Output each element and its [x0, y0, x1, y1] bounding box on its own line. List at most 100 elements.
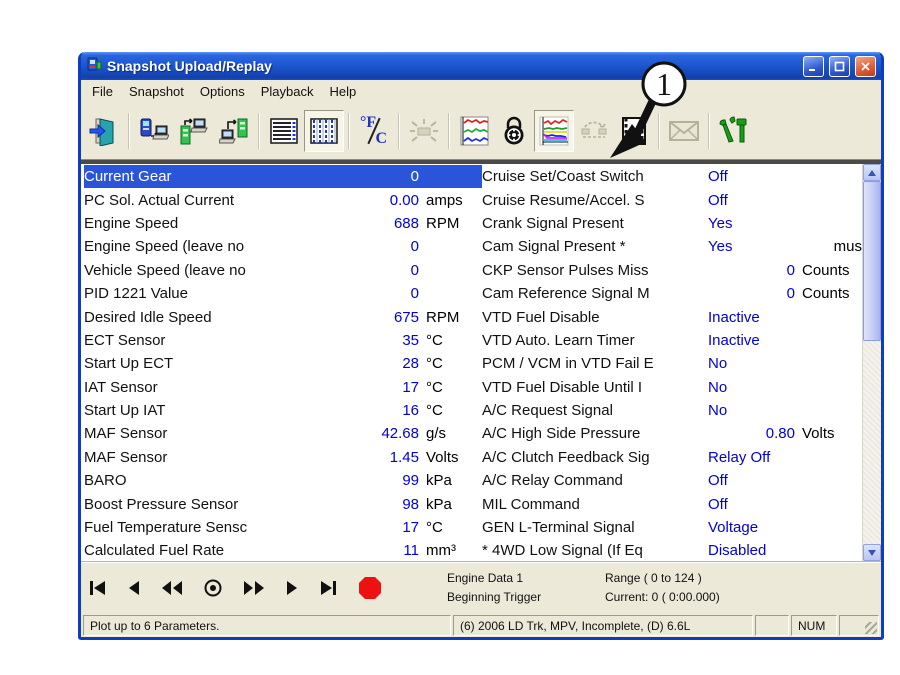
- parameter-value: Inactive: [706, 332, 760, 349]
- table-row[interactable]: * 4WD Low Signal (If Eq Disabled: [482, 539, 862, 561]
- table-row[interactable]: Crank Signal Present Yes: [482, 212, 862, 235]
- exit-button[interactable]: [84, 110, 124, 152]
- menu-item[interactable]: Playback: [253, 82, 322, 101]
- table-row[interactable]: Calculated Fuel Rate 11 mm³: [84, 539, 482, 561]
- vertical-scrollbar[interactable]: [862, 164, 881, 561]
- parameter-value: No: [706, 402, 727, 419]
- menu-item[interactable]: Help: [321, 82, 364, 101]
- parameter-value: 0: [343, 285, 419, 302]
- table-row[interactable]: Current Gear 0: [84, 165, 482, 188]
- toolbar-separator: [258, 113, 260, 149]
- plot-button[interactable]: [534, 110, 574, 152]
- parameter-value: Yes: [706, 215, 732, 232]
- parameter-name: IAT Sensor: [84, 379, 343, 396]
- grid-view-button[interactable]: [304, 110, 344, 152]
- lock-button[interactable]: [494, 110, 534, 152]
- trigger-label: Beginning Trigger: [447, 590, 605, 604]
- toolbar: °F C: [81, 103, 881, 159]
- table-row[interactable]: A/C High Side Pressure 0.80 Volts: [482, 422, 862, 445]
- scrollbar-thumb[interactable]: [863, 181, 881, 341]
- grid-view-icon: [309, 116, 339, 146]
- table-row[interactable]: A/C Request Signal No: [482, 399, 862, 422]
- table-row[interactable]: IAT Sensor 17 °C: [84, 376, 482, 399]
- table-row[interactable]: Engine Speed 688 RPM: [84, 212, 482, 235]
- filmstrip-button[interactable]: [614, 110, 654, 152]
- parameter-value: 35: [343, 332, 419, 349]
- fast-forward-icon: [243, 580, 265, 596]
- parameter-name: ECT Sensor: [84, 332, 343, 349]
- table-row[interactable]: Start Up ECT 28 °C: [84, 352, 482, 375]
- rewind-button[interactable]: [161, 580, 183, 596]
- app-window: Snapshot Upload/Replay FileSnapshotOptio…: [78, 52, 884, 640]
- temperature-units-button[interactable]: °F C: [354, 110, 394, 152]
- parameter-unit: kPa: [419, 472, 482, 489]
- goto-start-button[interactable]: [89, 580, 107, 596]
- minimize-button[interactable]: [803, 56, 824, 77]
- table-row[interactable]: Cruise Resume/Accel. S Off: [482, 188, 862, 211]
- table-row[interactable]: A/C Relay Command Off: [482, 469, 862, 492]
- record-button[interactable]: [204, 579, 222, 597]
- menu-item[interactable]: Options: [192, 82, 253, 101]
- table-row[interactable]: MAF Sensor 42.68 g/s: [84, 422, 482, 445]
- table-row[interactable]: PCM / VCM in VTD Fail E No: [482, 352, 862, 375]
- parameter-value: 0: [343, 262, 419, 279]
- table-row[interactable]: Vehicle Speed (leave no 0: [84, 259, 482, 282]
- table-row[interactable]: Cruise Set/Coast Switch Off: [482, 165, 862, 188]
- temperature-units-icon: °F C: [359, 116, 389, 146]
- table-row[interactable]: CKP Sensor Pulses Miss 0 Counts: [482, 259, 862, 282]
- parameter-name: A/C Clutch Feedback Sig: [482, 449, 706, 466]
- table-row[interactable]: GEN L-Terminal Signal Voltage: [482, 516, 862, 539]
- table-row[interactable]: VTD Auto. Learn Timer Inactive: [482, 329, 862, 352]
- stop-button[interactable]: [358, 576, 382, 600]
- table-row[interactable]: VTD Fuel Disable Until I No: [482, 376, 862, 399]
- menu-item[interactable]: File: [84, 82, 121, 101]
- status-grip-pane: [839, 615, 879, 636]
- celsius-label: C: [375, 130, 387, 148]
- table-row[interactable]: Engine Speed (leave no 0: [84, 235, 482, 258]
- list-view-button[interactable]: [264, 110, 304, 152]
- table-row[interactable]: A/C Clutch Feedback Sig Relay Off: [482, 446, 862, 469]
- table-row[interactable]: BARO 99 kPa: [84, 469, 482, 492]
- table-row[interactable]: PID 1221 Value 0: [84, 282, 482, 305]
- step-back-button[interactable]: [128, 580, 140, 596]
- title-bar[interactable]: Snapshot Upload/Replay: [81, 52, 881, 80]
- list-view-icon: [269, 116, 299, 146]
- upload-laptop-to-tower-icon: [219, 116, 249, 146]
- table-row[interactable]: VTD Fuel Disable Inactive: [482, 305, 862, 328]
- num-lock-indicator: NUM: [791, 615, 837, 636]
- parameter-column-right: Cruise Set/Coast Switch Off Cruise Resum…: [482, 165, 862, 561]
- scroll-up-button[interactable]: [863, 164, 881, 181]
- parameter-name: Current Gear: [84, 168, 343, 185]
- table-row[interactable]: Cam Reference Signal M 0 Counts: [482, 282, 862, 305]
- close-button[interactable]: [855, 56, 876, 77]
- parameter-name: Start Up ECT: [84, 355, 343, 372]
- table-row[interactable]: MIL Command Off: [482, 492, 862, 515]
- table-row[interactable]: ECT Sensor 35 °C: [84, 329, 482, 352]
- scroll-down-button[interactable]: [863, 544, 881, 561]
- table-row[interactable]: Start Up IAT 16 °C: [84, 399, 482, 422]
- parameter-value: 17: [343, 379, 419, 396]
- table-row[interactable]: Desired Idle Speed 675 RPM: [84, 305, 482, 328]
- flash-icon: [409, 116, 439, 146]
- table-row[interactable]: Fuel Temperature Sensc 17 °C: [84, 516, 482, 539]
- upload-scan-tool-button[interactable]: [134, 110, 174, 152]
- table-row[interactable]: PC Sol. Actual Current 0.00 amps: [84, 188, 482, 211]
- menu-item[interactable]: Snapshot: [121, 82, 192, 101]
- upload-tower-to-laptop-button[interactable]: [174, 110, 214, 152]
- resize-grip[interactable]: [865, 622, 877, 634]
- goto-end-button[interactable]: [319, 580, 337, 596]
- multi-graph-button[interactable]: [454, 110, 494, 152]
- parameter-value: 0.80: [706, 425, 795, 442]
- fast-forward-button[interactable]: [243, 580, 265, 596]
- parameter-value: 0.00: [343, 192, 419, 209]
- parameter-value: Disabled: [706, 542, 766, 559]
- table-row[interactable]: Boost Pressure Sensor 98 kPa: [84, 492, 482, 515]
- play-button[interactable]: [286, 580, 298, 596]
- maximize-button[interactable]: [829, 56, 850, 77]
- upload-laptop-to-tower-button[interactable]: [214, 110, 254, 152]
- parameter-name: Desired Idle Speed: [84, 309, 343, 326]
- tools-button[interactable]: [714, 110, 754, 152]
- table-row[interactable]: MAF Sensor 1.45 Volts: [84, 446, 482, 469]
- replay-button-disabled: [574, 110, 614, 152]
- table-row[interactable]: Cam Signal Present * Yes mus: [482, 235, 862, 258]
